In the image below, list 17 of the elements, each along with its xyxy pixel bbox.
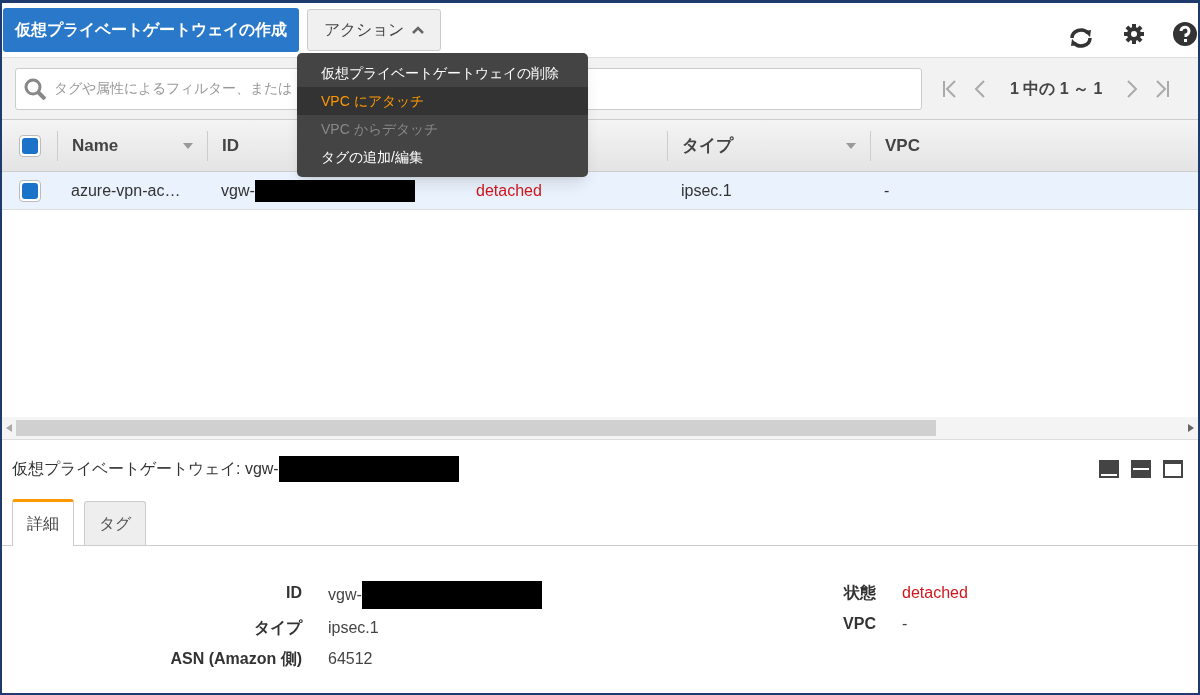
field-value: vgw- bbox=[328, 585, 362, 605]
field-value: ipsec.1 bbox=[328, 618, 379, 638]
field-label: ID bbox=[285, 583, 302, 603]
detail-title: 仮想プライベートゲートウェイ: vgw- bbox=[12, 459, 279, 479]
table-cell-text: azure-vpn-ac… bbox=[71, 180, 181, 201]
table-cell-text: detached bbox=[476, 180, 542, 201]
pagination-text: 1 中の 1 ～ 1 bbox=[1010, 78, 1103, 99]
field-label: VPC bbox=[842, 614, 876, 634]
field-label: タイプ bbox=[253, 618, 302, 638]
table-cell-text: - bbox=[884, 180, 890, 201]
table-cell-text: vgw- bbox=[221, 180, 255, 201]
field-value: detached bbox=[902, 584, 968, 601]
field-value: 64512 bbox=[328, 649, 373, 669]
field-label: ASN (Amazon 側) bbox=[169, 649, 302, 669]
table-cell-text: ipsec.1 bbox=[681, 180, 732, 201]
field-value: - bbox=[902, 615, 908, 632]
field-label: 状態 bbox=[842, 583, 876, 603]
